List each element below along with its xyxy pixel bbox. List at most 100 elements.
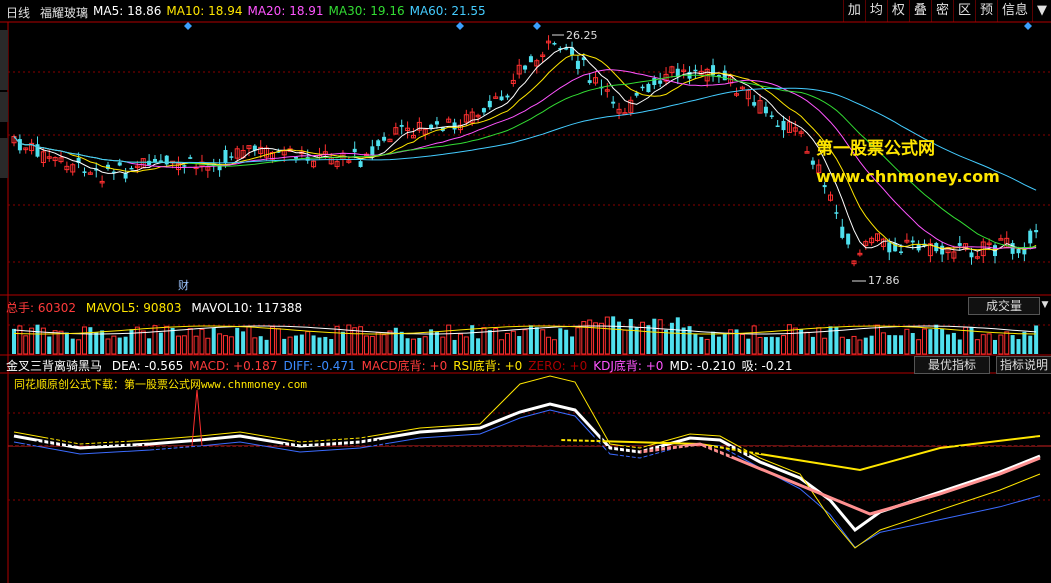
volume-bar — [711, 331, 716, 354]
event-marker — [184, 22, 192, 30]
volume-bar — [575, 327, 581, 355]
volume-bar — [140, 330, 146, 355]
volume-bar — [540, 329, 546, 355]
volume-bar — [35, 324, 40, 354]
candle-body — [910, 240, 915, 243]
macd-bar — [512, 446, 515, 450]
volume-bar — [851, 335, 857, 355]
volume-bar — [922, 328, 928, 355]
mavol5-label: MAVOL5: — [85, 301, 144, 315]
volume-bar — [111, 335, 117, 355]
volume-bar — [193, 335, 199, 355]
macd-bar — [559, 437, 562, 446]
candle-body — [1034, 230, 1039, 233]
macd-bar — [412, 446, 415, 450]
indicator-value: MACD底背: +0 — [361, 359, 448, 373]
macd-bar — [183, 446, 186, 458]
macd-bar — [835, 435, 838, 446]
volume-bar — [998, 334, 1004, 355]
macd-bar — [982, 446, 985, 447]
candle-body — [117, 162, 122, 166]
indicator-help-button[interactable]: 指标说明 — [996, 356, 1051, 374]
kline-chart[interactable] — [0, 0, 1051, 583]
macd-bar — [676, 446, 679, 473]
indicator-yellow-line — [559, 435, 1041, 472]
best-indicator-button[interactable]: 最优指标 — [914, 356, 990, 374]
macd-bar — [148, 446, 151, 448]
indicator-value: ZERO: +0 — [528, 359, 588, 373]
macd-bar — [800, 442, 803, 446]
left-edge-tab[interactable] — [0, 92, 8, 122]
macd-bar — [905, 434, 908, 446]
volume-bar — [410, 338, 416, 355]
macd-bar — [958, 446, 961, 448]
macd-bar — [794, 442, 797, 446]
indicator-value: KDJ底背: +0 — [593, 359, 664, 373]
volume-bar — [340, 331, 345, 354]
macd-bar — [477, 446, 480, 456]
macd-bar — [847, 424, 850, 446]
volume-bar — [722, 333, 727, 354]
macd-bar — [289, 441, 292, 446]
chevron-down-icon[interactable]: ▼ — [1040, 297, 1050, 313]
volume-bar — [363, 335, 369, 355]
macd-bar — [770, 446, 773, 452]
candle-body — [1010, 243, 1015, 254]
macd-bar — [142, 444, 145, 446]
caption-url[interactable]: www.chnmoney.com — [201, 378, 307, 391]
indicator-name[interactable]: 金叉三背离骑黑马 — [6, 359, 102, 373]
volume-bar — [558, 328, 563, 354]
finance-marker[interactable]: 财 — [178, 277, 189, 293]
watermark-url: www.chnmoney.com — [816, 167, 1000, 186]
volume-bar — [47, 336, 52, 354]
volume-bar — [611, 316, 616, 354]
candle-body — [769, 115, 774, 117]
macd-bar — [535, 443, 538, 446]
volume-bar — [716, 336, 721, 354]
macd-bar — [717, 446, 720, 460]
left-edge-tab[interactable] — [0, 30, 8, 90]
volume-bar — [951, 332, 956, 354]
macd-bar — [917, 435, 920, 446]
macd-bar — [171, 446, 174, 456]
volume-bar — [570, 336, 575, 354]
macd-bar — [42, 439, 45, 446]
volume-bar — [81, 326, 87, 355]
candle-body — [523, 65, 528, 70]
macd-bar — [1035, 437, 1038, 446]
volume-bar — [375, 332, 381, 355]
candle-body — [528, 56, 533, 63]
volume-bar — [76, 339, 82, 355]
macd-bar — [747, 446, 750, 457]
macd-bar — [330, 435, 333, 446]
macd-bar — [300, 439, 303, 446]
candle-body — [429, 124, 434, 129]
volume-bar — [452, 339, 457, 354]
volume-bar — [899, 335, 904, 354]
candle-body — [840, 226, 845, 238]
candle-body — [182, 165, 187, 167]
macd-bar — [312, 435, 315, 446]
volume-bar — [417, 337, 422, 354]
volume-bar — [334, 325, 340, 355]
macd-bar — [418, 446, 421, 451]
macd-bar — [48, 436, 51, 446]
macd-bar — [365, 435, 368, 446]
volume-bar — [429, 329, 434, 354]
price-high-label: 26.25 — [566, 29, 598, 42]
macd-bar — [600, 432, 603, 446]
volume-bar — [23, 335, 29, 355]
volume-bar — [546, 336, 552, 355]
macd-bar — [947, 442, 950, 446]
macd-bar — [283, 443, 286, 446]
volume-bar — [123, 336, 128, 354]
macd-bar — [77, 432, 80, 446]
left-edge-tab[interactable] — [0, 138, 8, 178]
macd-bar — [829, 435, 832, 446]
volume-bar — [980, 334, 986, 355]
signal-spike — [191, 389, 203, 447]
volume-select-button[interactable]: 成交量 — [968, 297, 1040, 315]
macd-bar — [71, 435, 74, 446]
macd-bar — [430, 446, 433, 454]
volume-bar — [235, 327, 240, 354]
